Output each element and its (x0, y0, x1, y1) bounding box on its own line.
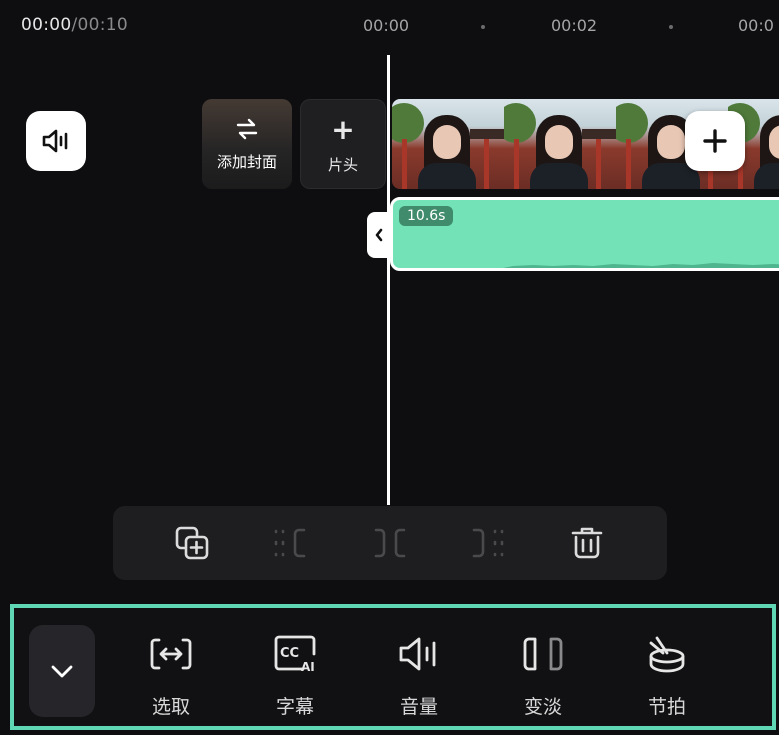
svg-text:AI: AI (301, 660, 315, 673)
total-time: 00:10 (77, 15, 129, 35)
tool-label: 音量 (399, 696, 438, 718)
collapse-menu-button[interactable] (29, 625, 95, 717)
video-thumbnail (392, 99, 504, 189)
select-range-icon (150, 638, 192, 670)
tool-select[interactable]: 选取 (131, 634, 211, 718)
tool-subtitles[interactable]: CC AI 字幕 (255, 634, 335, 718)
split-right-button[interactable] (468, 523, 508, 563)
current-time: 00:00 (21, 15, 72, 35)
svg-text:CC: CC (280, 646, 299, 661)
ruler-dot (481, 25, 485, 29)
track-volume-button[interactable] (26, 111, 86, 171)
chevron-left-icon (375, 228, 383, 242)
tool-label: 节拍 (647, 696, 686, 718)
delete-button[interactable] (567, 523, 607, 563)
ruler-mark: 00:02 (551, 16, 598, 35)
duplicate-button[interactable] (172, 523, 212, 563)
timecode: 00:00/00:10 (21, 15, 128, 35)
split-button[interactable] (370, 523, 410, 563)
fade-icon (523, 637, 563, 671)
add-clip-button[interactable] (685, 111, 745, 171)
playhead[interactable] (387, 55, 390, 505)
beat-drum-icon (649, 636, 685, 673)
plus-icon: + (331, 113, 355, 146)
edit-toolbar (113, 506, 667, 580)
plus-icon (703, 129, 727, 153)
split-left-button[interactable] (270, 523, 310, 563)
split-right-icon (472, 528, 504, 558)
chevron-down-icon (51, 665, 73, 678)
tool-label: 选取 (151, 696, 190, 718)
ruler-dot (669, 25, 673, 29)
bottom-tool-menu: 选取 CC AI 字幕 音量 变淡 节拍 (10, 604, 776, 730)
ruler-mark: 00:00 (363, 16, 410, 35)
audio-waveform (393, 263, 779, 268)
tool-more-partial[interactable] (751, 634, 776, 714)
audio-clip[interactable]: 10.6s (390, 197, 779, 271)
tool-label: 变淡 (523, 696, 562, 718)
cc-ai-icon: CC AI (274, 635, 316, 673)
tool-label: 字幕 (275, 696, 314, 718)
volume-icon (42, 129, 68, 153)
trash-icon (571, 527, 603, 559)
swap-icon (202, 117, 292, 145)
ruler-mark: 00:0 (738, 16, 774, 35)
tool-volume[interactable]: 音量 (379, 634, 459, 718)
tool-fade[interactable]: 变淡 (503, 634, 583, 718)
add-intro-button[interactable]: + 片头 (300, 99, 386, 189)
cover-label: 添加封面 (216, 153, 277, 171)
duplicate-icon (175, 526, 209, 560)
tool-beat[interactable]: 节拍 (627, 634, 707, 718)
clip-duration-badge: 10.6s (399, 206, 454, 226)
split-icon (374, 528, 406, 558)
split-left-icon (274, 528, 306, 558)
more-tool-icon (769, 635, 776, 673)
volume-icon (399, 637, 436, 671)
video-thumbnail (504, 99, 616, 189)
intro-label: 片头 (327, 156, 358, 174)
add-cover-button[interactable]: 添加封面 (202, 99, 292, 189)
